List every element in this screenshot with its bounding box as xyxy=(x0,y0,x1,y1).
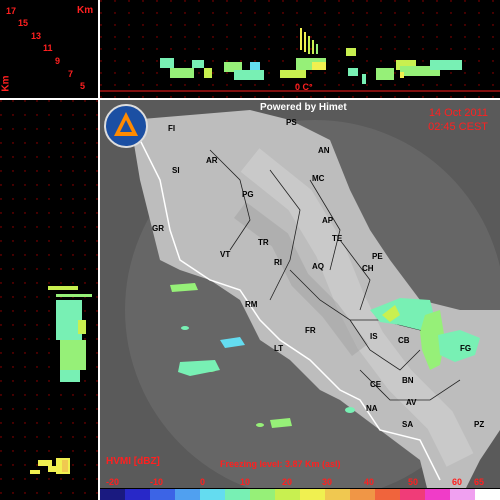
province-label-pe: PE xyxy=(372,252,383,261)
altitude-label-15: 15 xyxy=(18,18,29,28)
scale-swatch-12 xyxy=(400,489,425,500)
province-label-an: AN xyxy=(318,146,330,155)
province-label-ce: CE xyxy=(370,380,382,389)
logo-emblem xyxy=(114,112,138,136)
province-label-te: TE xyxy=(332,234,343,243)
province-label-bn: BN xyxy=(402,376,414,385)
province-label-pz: PZ xyxy=(474,420,485,429)
province-label-sa: SA xyxy=(402,420,414,429)
scale-tick-9: 65 xyxy=(474,477,485,487)
scale-swatch-6 xyxy=(250,489,275,500)
province-label-fi: FI xyxy=(168,124,176,133)
left-cross-section xyxy=(0,100,98,500)
civil-protection-logo xyxy=(104,104,148,148)
map-graphic xyxy=(100,100,500,500)
province-label-av: AV xyxy=(406,398,417,407)
province-label-si: SI xyxy=(172,166,180,175)
province-label-pg: PG xyxy=(242,190,254,199)
scale-swatch-14 xyxy=(450,489,475,500)
province-label-mc: MC xyxy=(312,174,325,183)
province-label-na: NA xyxy=(366,404,378,413)
left-cross-section-graphic xyxy=(0,100,98,500)
scale-tick-1: -10 xyxy=(150,477,164,487)
scale-tick-2: 0 xyxy=(200,477,206,487)
province-label-aq: AQ xyxy=(312,262,324,271)
scale-tick-4: 20 xyxy=(282,477,293,487)
province-label-ch: CH xyxy=(362,264,374,273)
freezing-zero-label: 0 C° xyxy=(295,82,313,92)
scale-swatch-1 xyxy=(125,489,150,500)
province-label-fr: FR xyxy=(305,326,316,335)
timestamp: 14 Oct 2011 02:45 CEST xyxy=(428,106,488,134)
province-label-vt: VT xyxy=(220,250,231,259)
km-unit-label: Km xyxy=(77,5,94,16)
scale-tick-3: 10 xyxy=(240,477,251,487)
province-label-ap: AP xyxy=(322,216,334,225)
province-label-gr: GR xyxy=(152,224,164,233)
color-scale-bar xyxy=(100,489,500,500)
altitude-label-11: 11 xyxy=(43,43,53,53)
altitude-label-9: 9 xyxy=(55,56,61,66)
province-label-ri: RI xyxy=(274,258,282,267)
scale-tick-0: -20 xyxy=(106,477,120,487)
altitude-scale-panel: 17 15 13 11 9 7 5 Km Km xyxy=(0,0,98,98)
province-label-is: IS xyxy=(370,332,378,341)
scale-swatch-4 xyxy=(200,489,225,500)
radar-map[interactable]: Powered by Himet 14 Oct 2011 02:45 CEST … xyxy=(100,100,500,500)
scale-swatch-7 xyxy=(275,489,300,500)
scale-swatch-15 xyxy=(475,489,500,500)
time-label: 02:45 CEST xyxy=(428,121,488,133)
scale-swatch-2 xyxy=(150,489,175,500)
vertical-divider xyxy=(98,0,100,500)
altitude-label-17: 17 xyxy=(6,6,17,16)
scale-tick-5: 30 xyxy=(322,477,333,487)
horizontal-divider xyxy=(0,98,500,100)
legend-title: HVMI [dBZ] xyxy=(106,456,160,467)
km-unit-label-vertical: Km xyxy=(0,75,12,92)
scale-swatch-10 xyxy=(350,489,375,500)
scale-swatch-11 xyxy=(375,489,400,500)
scale-tick-8: 60 xyxy=(452,477,463,487)
scale-swatch-8 xyxy=(300,489,325,500)
scale-swatch-0 xyxy=(100,489,125,500)
province-label-ar: AR xyxy=(206,156,218,165)
freezing-level-label: Freezing level: 3.87 Km (asl) xyxy=(220,459,341,469)
scale-swatch-3 xyxy=(175,489,200,500)
date-label: 14 Oct 2011 xyxy=(428,107,488,119)
province-label-cb: CB xyxy=(398,336,410,345)
scale-swatch-13 xyxy=(425,489,450,500)
top-cross-section: 0 C° xyxy=(100,0,500,98)
scale-swatch-9 xyxy=(325,489,350,500)
province-label-lt: LT xyxy=(274,344,284,353)
altitude-label-5: 5 xyxy=(80,81,86,91)
province-label-ps: PS xyxy=(286,118,297,127)
altitude-label-7: 7 xyxy=(68,69,74,79)
scale-tick-7: 50 xyxy=(408,477,419,487)
province-label-tr: TR xyxy=(258,238,269,247)
province-label-fg: FG xyxy=(460,344,472,353)
province-label-rm: RM xyxy=(245,300,258,309)
scale-tick-6: 40 xyxy=(364,477,375,487)
powered-by-label: Powered by Himet xyxy=(260,102,347,113)
altitude-label-13: 13 xyxy=(31,31,42,41)
scale-swatch-5 xyxy=(225,489,250,500)
